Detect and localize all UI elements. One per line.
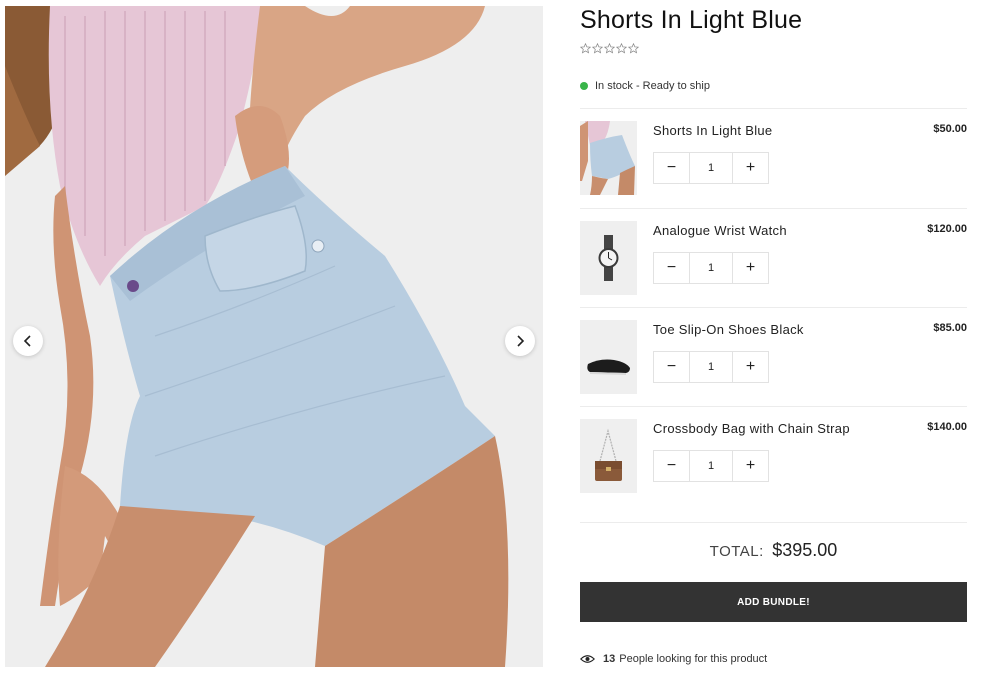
bundle-item-name[interactable]: Toe Slip-On Shoes Black	[653, 322, 804, 337]
qty-increase-button[interactable]: +	[733, 451, 768, 481]
bundle-item-name[interactable]: Analogue Wrist Watch	[653, 223, 787, 238]
stock-status: In stock - Ready to ship	[580, 80, 710, 92]
star-icon	[616, 43, 627, 54]
qty-increase-button[interactable]: +	[733, 352, 768, 382]
add-bundle-button[interactable]: ADD BUNDLE!	[580, 582, 967, 622]
qty-decrease-button[interactable]: −	[654, 352, 689, 382]
product-title: Shorts In Light Blue	[580, 6, 803, 34]
quantity-stepper: − 1 +	[653, 450, 769, 482]
stock-text: In stock - Ready to ship	[595, 80, 710, 92]
qty-decrease-button[interactable]: −	[654, 253, 689, 283]
qty-decrease-button[interactable]: −	[654, 153, 689, 183]
product-photo	[5, 6, 543, 667]
bundle-item-thumbnail[interactable]	[580, 419, 637, 493]
bag-thumbnail-image	[580, 419, 637, 493]
quantity-stepper: − 1 +	[653, 252, 769, 284]
bundle-item-thumbnail[interactable]	[580, 121, 637, 195]
qty-input[interactable]: 1	[689, 451, 733, 481]
bundle-total: TOTAL: $395.00	[580, 540, 967, 561]
gallery-prev-button[interactable]	[13, 326, 43, 356]
star-icon	[592, 43, 603, 54]
qty-input[interactable]: 1	[689, 153, 733, 183]
bundle-item: Shorts In Light Blue $50.00 − 1 +	[580, 109, 967, 208]
viewers-count: 13	[603, 653, 616, 665]
bundle-item-name[interactable]: Shorts In Light Blue	[653, 123, 772, 138]
watch-thumbnail-image	[580, 221, 637, 295]
star-icon	[580, 43, 591, 54]
quantity-stepper: − 1 +	[653, 351, 769, 383]
quantity-stepper: − 1 +	[653, 152, 769, 184]
qty-decrease-button[interactable]: −	[654, 451, 689, 481]
shoes-thumbnail-image	[580, 320, 637, 394]
qty-input[interactable]: 1	[689, 253, 733, 283]
eye-icon	[580, 655, 595, 663]
viewers-text: People looking for this product	[619, 653, 768, 665]
divider	[580, 522, 967, 523]
bundle-item: Analogue Wrist Watch $120.00 − 1 +	[580, 209, 967, 308]
qty-increase-button[interactable]: +	[733, 153, 768, 183]
stock-dot-icon	[580, 82, 588, 90]
bundle-item: Toe Slip-On Shoes Black $85.00 − 1 +	[580, 308, 967, 407]
bundle-item-price: $50.00	[933, 123, 967, 135]
bundle-item: Crossbody Bag with Chain Strap $140.00 −…	[580, 407, 967, 506]
qty-input[interactable]: 1	[689, 352, 733, 382]
rating-stars[interactable]	[580, 43, 639, 54]
star-icon	[628, 43, 639, 54]
star-icon	[604, 43, 615, 54]
total-label: TOTAL:	[709, 543, 764, 560]
bundle-item-thumbnail[interactable]	[580, 320, 637, 394]
product-gallery	[5, 6, 543, 667]
bundle-item-name[interactable]: Crossbody Bag with Chain Strap	[653, 421, 850, 436]
shorts-thumbnail-image	[580, 121, 637, 195]
bundle-item-thumbnail[interactable]	[580, 221, 637, 295]
bundle-item-price: $85.00	[933, 322, 967, 334]
total-value: $395.00	[772, 540, 838, 560]
chevron-left-icon	[23, 335, 31, 347]
bundle-item-price: $140.00	[927, 421, 967, 433]
chevron-right-icon	[517, 335, 525, 347]
gallery-next-button[interactable]	[505, 326, 535, 356]
bundle-item-price: $120.00	[927, 223, 967, 235]
qty-increase-button[interactable]: +	[733, 253, 768, 283]
live-viewers: 13 People looking for this product	[580, 653, 767, 665]
